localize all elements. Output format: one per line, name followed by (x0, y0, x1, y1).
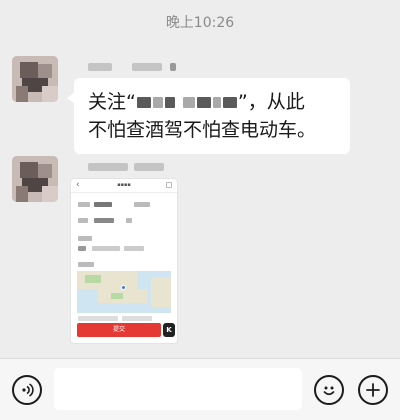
message-text-suffix: ”，从此 (237, 91, 305, 113)
preview-field-row (78, 315, 172, 323)
message-input[interactable] (54, 368, 302, 410)
voice-icon (22, 383, 34, 397)
redacted-text (164, 97, 175, 108)
emoji-button[interactable] (314, 375, 344, 405)
preview-field-row (78, 201, 172, 209)
chat-message-image: ‹ ▪▪▪▪ 提交 K (12, 156, 388, 352)
plus-icon (366, 383, 380, 397)
map-pin-icon (121, 285, 126, 290)
redacted-text (222, 97, 237, 108)
preview-title-blurred: ▪▪▪▪ (117, 182, 131, 188)
redacted-text (136, 97, 151, 108)
message-text-prefix: 关注“ (88, 91, 136, 113)
avatar[interactable] (12, 56, 58, 102)
preview-field-row (78, 261, 172, 269)
chat-message-text: 关注“ ”，从此 不怕查酒驾不怕查电动车。 (12, 56, 388, 154)
preview-field-row (78, 235, 172, 243)
more-icon (166, 182, 172, 188)
message-bubble[interactable]: 关注“ ”，从此 不怕查酒驾不怕查电动车。 (67, 78, 350, 154)
voice-button[interactable] (12, 375, 42, 405)
plus-button[interactable] (358, 375, 388, 405)
avatar[interactable] (12, 156, 58, 202)
sender-name-redacted (74, 160, 184, 174)
shared-screenshot-image[interactable]: ‹ ▪▪▪▪ 提交 K (70, 178, 178, 344)
chat-input-bar (0, 358, 400, 420)
preview-map (77, 271, 171, 313)
message-text-line2: 不怕查酒驾不怕查电动车。 (88, 119, 317, 141)
redacted-text (152, 97, 163, 108)
emoji-icon (323, 386, 335, 396)
redacted-text (182, 97, 195, 108)
redacted-text (212, 97, 221, 108)
sender-name-redacted (74, 60, 184, 74)
preview-topbar: ‹ ▪▪▪▪ (71, 179, 177, 193)
redacted-text (196, 97, 211, 108)
preview-submit-button: 提交 (77, 323, 161, 337)
preview-field-row (78, 217, 172, 225)
timestamp: 晚上10:26 (165, 15, 235, 31)
preview-field-row (78, 245, 172, 253)
preview-floating-icon: K (163, 323, 175, 337)
